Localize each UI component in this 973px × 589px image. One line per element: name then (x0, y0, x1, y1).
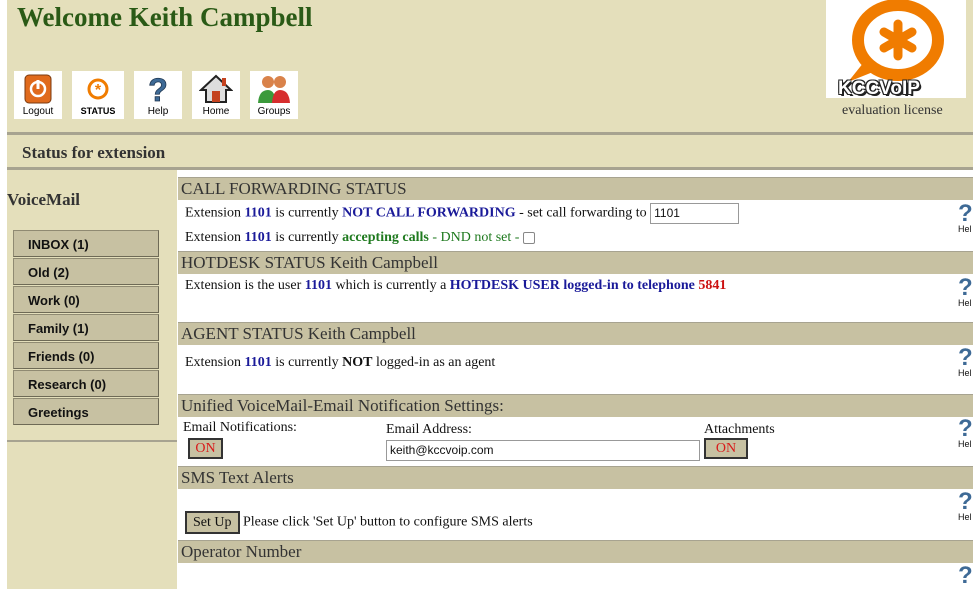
status-label: STATUS (80, 106, 116, 116)
call-forwarding-body: Extension 1101 is currently NOT CALL FOR… (178, 200, 948, 250)
home-label: Home (202, 106, 230, 117)
sms-alerts-header: SMS Text Alerts (178, 466, 973, 489)
sidebar-item-research[interactable]: Research (0) (13, 370, 159, 397)
sidebar-item-work[interactable]: Work (0) (13, 286, 159, 313)
text: - set call forwarding to (515, 205, 651, 221)
help-icon: ? (146, 71, 170, 106)
extension-number: 1101 (244, 205, 272, 221)
license-note: evaluation license (842, 103, 943, 118)
email-settings-body: Email Notifications: ON Email Address: k… (178, 417, 948, 466)
sidebar-item-friends[interactable]: Friends (0) (13, 342, 159, 369)
text: is currently (271, 355, 343, 370)
home-button[interactable]: Home (192, 71, 240, 119)
sms-setup-text: Please click 'Set Up' button to configur… (243, 514, 533, 530)
agent-status-line: Extension 1101 is currently NOT logged-i… (185, 355, 495, 371)
dnd-status-line: Extension 1101 is currently accepting ca… (185, 230, 535, 246)
sidebar-item-family[interactable]: Family (1) (13, 314, 159, 341)
text: which is currently a (332, 278, 450, 293)
dnd-text: - DND not set - (428, 230, 523, 245)
attachments-label: Attachments (704, 422, 775, 437)
text: logged-in as an agent (372, 355, 496, 370)
text: Extension is the user (185, 278, 305, 293)
operator-number-header: Operator Number (178, 540, 973, 563)
sms-alerts-body: Set Up Please click 'Set Up' button to c… (178, 489, 948, 540)
agent-body: Extension 1101 is currently NOT logged-i… (178, 345, 948, 394)
text: is currently (271, 205, 343, 221)
call-forwarding-header: CALL FORWARDING STATUS (178, 177, 973, 200)
hotdesk-body: Extension is the user 1101 which is curr… (178, 274, 948, 323)
groups-icon (254, 71, 294, 106)
email-notifications-toggle[interactable]: ON (188, 438, 223, 459)
hotdesk-phone: 5841 (698, 278, 727, 293)
help-text: Hel (958, 224, 972, 234)
logout-icon (24, 71, 52, 106)
svg-text:?: ? (148, 73, 168, 105)
home-icon (199, 71, 233, 106)
sidebar-divider (7, 440, 177, 442)
text: Extension (185, 205, 245, 221)
toolbar: Logout * STATUS ? Help Home Groups (14, 71, 298, 119)
forward-to-input[interactable]: 1101 (650, 203, 740, 224)
help-icon[interactable]: ? Hel (956, 202, 973, 235)
help-icon[interactable]: ? Hel (956, 490, 973, 523)
hotdesk-header: HOTDESK STATUS Keith Campbell (178, 251, 973, 274)
sidebar-item-old[interactable]: Old (2) (13, 258, 159, 285)
page-title: Status for extension (22, 143, 166, 162)
help-text: Hel (958, 512, 972, 522)
hotdesk-user: 1101 (304, 278, 332, 293)
help-icon[interactable]: ? (956, 564, 973, 589)
welcome-title: Welcome Keith Campbell (17, 2, 313, 32)
voicemail-sidebar: VoiceMail INBOX (1) Old (2) Work (0) Fam… (7, 170, 177, 589)
text: Extension (185, 230, 245, 245)
logout-button[interactable]: Logout (14, 71, 62, 119)
hotdesk-status-line: Extension is the user 1101 which is curr… (185, 278, 726, 294)
help-icon[interactable]: ? Hel (956, 346, 973, 379)
sms-setup-button[interactable]: Set Up (185, 511, 240, 534)
voicemail-title: VoiceMail (7, 190, 81, 209)
text: is currently (271, 230, 343, 245)
help-icon[interactable]: ? Hel (956, 417, 973, 450)
status-bar: Status for extension (7, 135, 973, 167)
agent-header: AGENT STATUS Keith Campbell (178, 322, 973, 345)
logout-label: Logout (22, 106, 54, 117)
extension-number: 1101 (244, 355, 272, 370)
email-notifications-label: Email Notifications: (183, 420, 297, 435)
sidebar-item-inbox[interactable]: INBOX (1) (13, 230, 159, 257)
help-button[interactable]: ? Help (134, 71, 182, 119)
hotdesk-state: HOTDESK USER logged-in to telephone (449, 278, 695, 293)
sms-setup-line: Set Up Please click 'Set Up' button to c… (185, 511, 533, 534)
forwarding-state: NOT CALL FORWARDING (342, 205, 516, 221)
agent-state: NOT (342, 355, 373, 370)
help-label: Help (147, 106, 169, 117)
dnd-checkbox[interactable] (522, 231, 535, 244)
sidebar-item-greetings[interactable]: Greetings (13, 398, 159, 425)
groups-label: Groups (257, 106, 291, 117)
email-settings-header: Unified VoiceMail-Email Notification Set… (178, 394, 973, 417)
help-text: Hel (958, 298, 972, 308)
operator-number-body (178, 563, 948, 589)
email-address-input[interactable]: keith@kccvoip.com (386, 440, 700, 461)
status-panel: CALL FORWARDING STATUS Extension 1101 is… (178, 177, 973, 589)
extension-number: 1101 (244, 230, 272, 245)
status-button[interactable]: * STATUS (72, 71, 124, 119)
help-text: Hel (958, 368, 972, 378)
call-accept-state: accepting calls (342, 230, 429, 245)
groups-button[interactable]: Groups (250, 71, 298, 119)
logo-wordmark: KCCVoIP (838, 78, 920, 99)
status-icon: * (86, 71, 110, 106)
svg-text:*: * (95, 82, 102, 99)
help-text: Hel (958, 439, 972, 449)
forwarding-status-line: Extension 1101 is currently NOT CALL FOR… (185, 203, 740, 224)
help-icon[interactable]: ? Hel (956, 276, 973, 309)
attachments-toggle[interactable]: ON (704, 438, 748, 459)
email-address-label: Email Address: (386, 422, 472, 437)
text: Extension (185, 355, 245, 370)
